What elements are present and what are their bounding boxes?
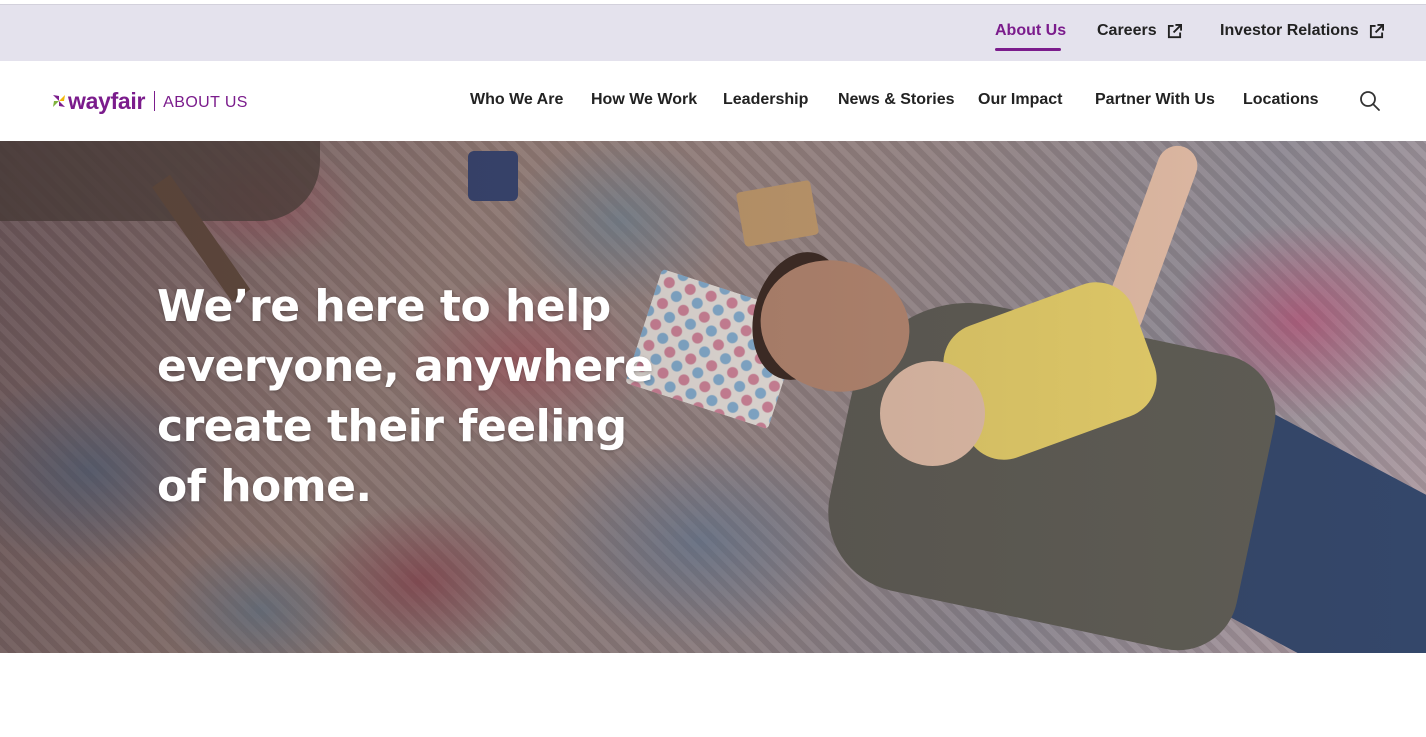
nav-item-how-we-work[interactable]: How We Work [591, 91, 697, 109]
utility-bar: About Us Careers Investor Relations [0, 4, 1426, 61]
hero-banner: We’re here to help everyone, anywhere cr… [0, 141, 1426, 653]
utility-link-careers[interactable]: Careers [1097, 22, 1182, 40]
logo-divider [154, 91, 156, 111]
utility-link-about-us-label: About Us [995, 22, 1067, 39]
main-nav: wayfair ABOUT US Who We Are How We Work … [0, 61, 1426, 141]
utility-link-investor-label: Investor Relations [1220, 22, 1359, 39]
wayfair-pinwheel-icon [53, 95, 65, 107]
wayfair-logo[interactable]: wayfair ABOUT US [52, 87, 248, 115]
nav-item-leadership[interactable]: Leadership [723, 91, 808, 109]
utility-link-investor-relations[interactable]: Investor Relations [1220, 22, 1384, 40]
nav-item-who-we-are[interactable]: Who We Are [470, 91, 563, 109]
utility-link-careers-label: Careers [1097, 22, 1157, 39]
nav-item-partner-with-us[interactable]: Partner With Us [1095, 91, 1215, 109]
hero-headline: We’re here to help everyone, anywhere cr… [157, 281, 654, 512]
nav-item-our-impact[interactable]: Our Impact [978, 91, 1062, 109]
logo-section-label: ABOUT US [163, 93, 248, 111]
active-underline [995, 48, 1061, 51]
search-icon[interactable] [1359, 90, 1381, 112]
logo-wordmark: wayfair [68, 87, 146, 114]
nav-item-news-stories[interactable]: News & Stories [838, 91, 954, 109]
external-link-icon [1369, 23, 1384, 38]
external-link-icon [1167, 23, 1182, 38]
nav-item-locations[interactable]: Locations [1243, 91, 1319, 109]
utility-link-about-us[interactable]: About Us [995, 22, 1066, 40]
